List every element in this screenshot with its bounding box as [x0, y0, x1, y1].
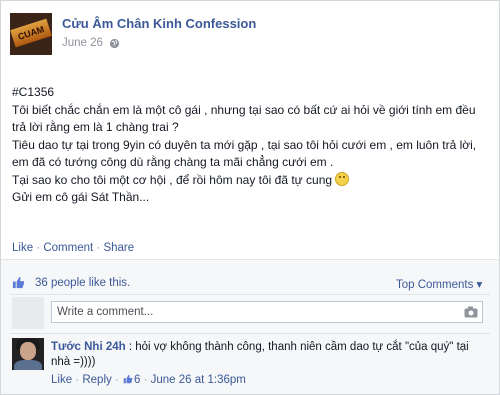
- post-line: Tiêu dao tự tại trong 9yin có duyên ta m…: [12, 137, 477, 170]
- divider: [10, 333, 490, 334]
- camera-icon[interactable]: [464, 306, 478, 318]
- thumbs-up-icon: [123, 374, 133, 384]
- comment-like-button[interactable]: Like: [51, 374, 72, 386]
- comment-author-link[interactable]: Tước Nhi 24h: [51, 341, 126, 353]
- globe-icon[interactable]: [109, 38, 120, 49]
- page-avatar[interactable]: CUAM: [10, 13, 52, 55]
- page-name-link[interactable]: Cửu Âm Chân Kinh Confession: [62, 16, 256, 31]
- post-line: Tôi biết chắc chắn em là một cô gái , nh…: [12, 102, 476, 135]
- top-comments-dropdown[interactable]: Top Comments ▾: [396, 277, 482, 291]
- share-button[interactable]: Share: [103, 242, 134, 254]
- post-line: Tại sao ko cho tôi một cơ hội , để rồi h…: [12, 171, 492, 190]
- comment-placeholder: Write a comment...: [57, 306, 154, 318]
- post-hashtag: #C1356: [12, 85, 55, 99]
- thumbs-up-icon: [12, 276, 25, 289]
- comment-body: Tước Nhi 24h : hỏi vợ không thành công, …: [51, 340, 491, 370]
- like-button[interactable]: Like: [12, 242, 33, 254]
- comment-reply-button[interactable]: Reply: [82, 374, 111, 386]
- post-card: CUAM Cửu Âm Chân Kinh Confession June 26…: [0, 0, 500, 395]
- post-line: Gửi em cô gái Sát Thần...: [12, 190, 150, 204]
- divider: [10, 294, 490, 295]
- current-user-avatar: [12, 297, 44, 329]
- post-date[interactable]: June 26: [62, 37, 103, 49]
- post-text: #C1356 Tôi biết chắc chắn em là một cô g…: [12, 84, 492, 207]
- likes-count-link[interactable]: 36 people like this.: [35, 277, 130, 289]
- page-logo: CUAM: [10, 18, 52, 48]
- comment-input[interactable]: Write a comment...: [51, 301, 483, 323]
- comment-button[interactable]: Comment: [43, 242, 93, 254]
- comment-timestamp[interactable]: June 26 at 1:36pm: [151, 374, 246, 386]
- post-actions: Like · Comment · Share: [12, 242, 135, 254]
- emoji-icon: [335, 171, 350, 186]
- commenter-avatar[interactable]: [12, 338, 44, 370]
- comment-meta: Like · Reply · 6 · June 26 at 1:36pm: [51, 374, 246, 386]
